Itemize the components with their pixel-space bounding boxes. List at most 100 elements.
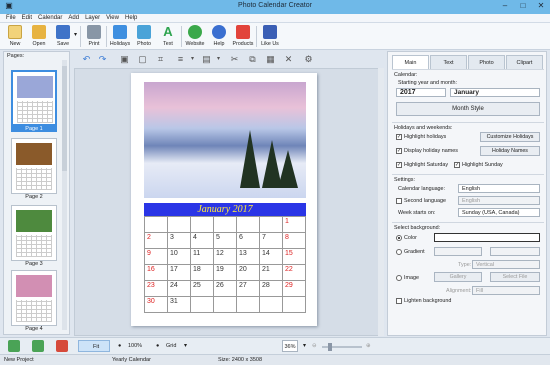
page-thumbnail[interactable] [11,270,57,326]
cut-icon[interactable]: ✂ [228,53,241,66]
calendar-day-cell[interactable]: 15 [282,248,306,265]
fit-button[interactable]: Fit [78,340,110,352]
calendar-day-cell[interactable]: 16 [144,264,168,281]
calendar-day-cell[interactable] [282,296,306,313]
second-language-select[interactable]: English [458,196,540,205]
grid-label[interactable]: Grid [166,340,176,352]
add-page-icon[interactable] [8,340,20,352]
text-button[interactable]: A Text [156,24,180,49]
grid-dropdown-icon[interactable]: ▾ [184,340,187,352]
canvas-scrollbar[interactable] [378,68,384,336]
select-file-button[interactable]: Select File [490,272,540,282]
gradient-color-2[interactable] [490,247,540,256]
calendar-day-cell[interactable]: 20 [236,264,260,281]
holiday-names-button[interactable]: Holiday Names [480,146,540,156]
calendar-day-cell[interactable]: 14 [259,248,283,265]
calendar-day-cell[interactable]: 30 [144,296,168,313]
gradient-type-select[interactable]: Vertical [472,260,540,269]
calendar-day-cell[interactable]: 26 [213,280,237,297]
calendar-day-cell[interactable]: 31 [167,296,191,313]
distribute-dropdown-icon[interactable]: ▾ [212,53,225,66]
calendar-day-cell[interactable]: 6 [236,232,260,249]
zoom-field[interactable]: 36% [282,340,298,352]
calendar-day-cell[interactable] [213,216,237,233]
paste-icon[interactable]: ▦ [264,53,277,66]
week-starts-select[interactable]: Sunday (USA, Canada) [458,208,540,217]
month-style-button[interactable]: Month Style [396,102,540,116]
calendar-day-cell[interactable]: 3 [167,232,191,249]
duplicate-page-icon[interactable] [32,340,44,352]
calendar-day-cell[interactable]: 13 [236,248,260,265]
highlight-saturday-checkbox[interactable]: ✓ [396,162,402,168]
calendar-day-cell[interactable]: 8 [282,232,306,249]
settings-icon[interactable]: ⚙ [302,53,315,66]
gradient-color-1[interactable] [434,247,482,256]
display-holiday-names-checkbox[interactable]: ✓ [396,148,402,154]
close-icon[interactable]: ✕ [532,0,550,13]
maximize-icon[interactable]: □ [514,0,532,13]
menu-calendar[interactable]: Calendar [38,14,62,23]
new-button[interactable]: New [3,24,27,49]
send-backward-icon[interactable]: ▢ [136,53,149,66]
calendar-day-cell[interactable]: 1 [282,216,306,233]
calendar-day-cell[interactable]: 29 [282,280,306,297]
calendar-day-cell[interactable] [190,296,214,313]
page-thumbnail[interactable] [11,205,57,261]
calendar-language-select[interactable]: English [458,184,540,193]
calendar-day-cell[interactable]: 17 [167,264,191,281]
calendar-day-cell[interactable]: 18 [190,264,214,281]
tab-photo[interactable]: Photo [468,55,505,69]
menu-layer[interactable]: Layer [85,14,100,23]
month-select[interactable]: January [450,88,540,97]
zoom-dropdown-icon[interactable]: ▾ [303,340,306,352]
calendar-day-cell[interactable]: 28 [259,280,283,297]
calendar-day-cell[interactable] [259,296,283,313]
color-radio[interactable] [396,235,402,241]
delete-icon[interactable]: ✕ [282,53,295,66]
calendar-day-cell[interactable] [213,296,237,313]
calendar-day-cell[interactable]: 21 [259,264,283,281]
calendar-grid[interactable]: 1 2 3 4 5 6 7 8 9 10 11 12 13 14 15 16 17 18 19 20 21 22 23 24 2… [144,216,306,313]
calendar-day-cell[interactable]: 24 [167,280,191,297]
minimize-icon[interactable]: – [496,0,514,13]
copy-icon[interactable]: ⧉ [246,53,259,66]
menu-add[interactable]: Add [68,14,79,23]
scrollbar-thumb[interactable] [62,66,67,171]
calendar-day-cell[interactable]: 25 [190,280,214,297]
calendar-photo[interactable] [144,82,306,198]
menu-edit[interactable]: Edit [22,14,32,23]
products-button[interactable]: Products [231,24,255,49]
calendar-day-cell[interactable]: 10 [167,248,191,265]
menu-help[interactable]: Help [125,14,137,23]
calendar-day-cell[interactable]: 27 [236,280,260,297]
calendar-day-cell[interactable]: 5 [213,232,237,249]
calendar-day-cell[interactable] [236,296,260,313]
page-thumbnail[interactable] [11,70,57,126]
alignment-select[interactable]: Fill [472,286,540,295]
calendar-day-cell[interactable]: 22 [282,264,306,281]
tab-text[interactable]: Text [430,55,467,69]
undo-icon[interactable]: ↶ [80,53,93,66]
calendar-day-cell[interactable]: 12 [213,248,237,265]
grid-icon[interactable]: ● [156,340,159,352]
crop-icon[interactable]: ⌗ [154,53,167,66]
image-radio[interactable] [396,275,402,281]
align-dropdown-icon[interactable]: ▾ [186,53,199,66]
calendar-day-cell[interactable]: 7 [259,232,283,249]
calendar-day-cell[interactable]: 23 [144,280,168,297]
tab-main[interactable]: Main [392,55,429,70]
zoom-out-icon[interactable]: ⊖ [312,340,317,352]
photo-button[interactable]: Photo [132,24,156,49]
pages-scrollbar[interactable] [62,60,67,330]
menu-view[interactable]: View [106,14,119,23]
print-button[interactable]: Print [82,24,106,49]
redo-icon[interactable]: ↷ [96,53,109,66]
save-dropdown-icon[interactable]: ▾ [74,31,77,38]
calendar-day-cell[interactable]: 4 [190,232,214,249]
help-button[interactable]: Help [207,24,231,49]
lighten-background-checkbox[interactable] [396,298,402,304]
year-field[interactable]: 2017 [396,88,446,97]
month-title[interactable]: January 2017 [144,203,306,216]
page-thumbnail[interactable] [11,138,57,194]
delete-page-icon[interactable] [56,340,68,352]
